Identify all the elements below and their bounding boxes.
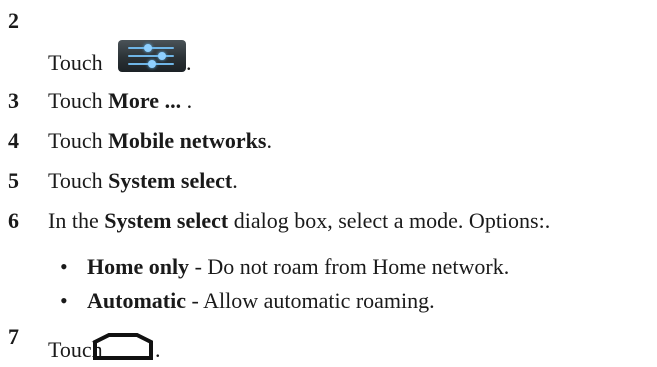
step-prefix: Touch: [48, 168, 109, 193]
bullet: •: [60, 288, 68, 313]
step-suffix: .: [155, 337, 161, 362]
option-desc: - Do not roam from Home network.: [189, 254, 510, 279]
step-bold: System select: [108, 168, 233, 193]
step-suffix: .: [232, 168, 238, 193]
step-bold: System select: [104, 208, 229, 233]
option-text: Automatic - Allow automatic roaming.: [87, 288, 435, 314]
step-suffix: .: [266, 128, 272, 153]
home-icon[interactable]: [91, 332, 155, 360]
step-bold: More ...: [108, 88, 182, 113]
step-suffix: .: [181, 88, 193, 113]
step-prefix: Touch: [48, 128, 109, 153]
option-bold: Automatic: [87, 288, 186, 313]
step-prefix: Touch: [48, 50, 103, 75]
step-prefix: Touch: [48, 88, 109, 113]
step-number: 2: [8, 8, 19, 33]
step-prefix: In the: [48, 208, 105, 233]
step-text: Touch: [48, 50, 103, 76]
step-suffix: .: [186, 50, 192, 75]
step-bold: Mobile networks: [108, 128, 267, 153]
step-number: 4: [8, 128, 19, 153]
step-suffix: dialog box, select a mode. Options:.: [228, 208, 551, 233]
step-text: In the System select dialog box, select …: [48, 208, 550, 234]
settings-sliders-icon[interactable]: [118, 40, 186, 72]
option-desc: - Allow automatic roaming.: [185, 288, 435, 313]
option-text: Home only - Do not roam from Home networ…: [87, 254, 509, 280]
step-text: Touch Mobile networks.: [48, 128, 272, 154]
bullet: •: [60, 254, 68, 279]
step-number: 3: [8, 88, 19, 113]
step-text: Touch More ... .: [48, 88, 192, 114]
option-bold: Home only: [87, 254, 190, 279]
step-number: 7: [8, 324, 19, 349]
step-text: Touch System select.: [48, 168, 238, 194]
step-number: 6: [8, 208, 19, 233]
step-number: 5: [8, 168, 19, 193]
